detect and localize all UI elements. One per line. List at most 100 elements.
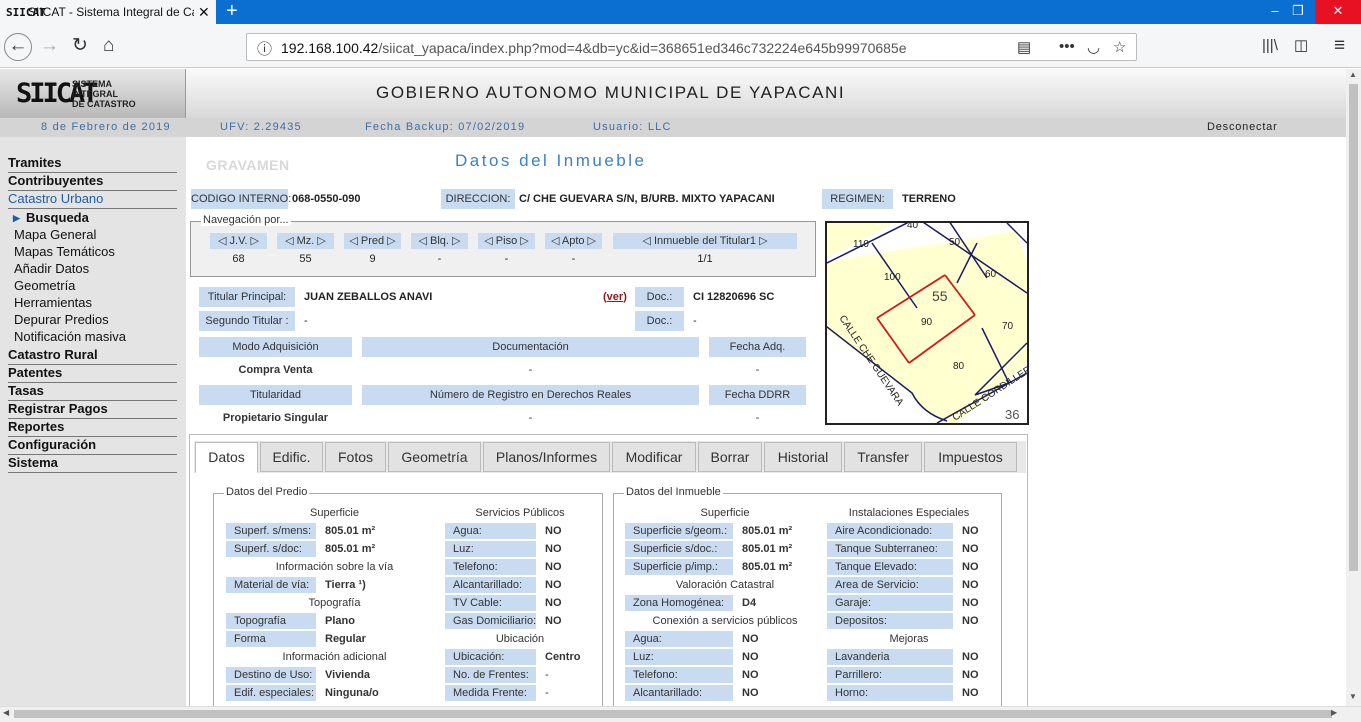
government-title: GOBIERNO AUTONOMO MUNICIPAL DE YAPACANI	[376, 83, 846, 102]
tab-planos-informes[interactable]: Planos/Informes	[483, 442, 610, 472]
submenu-mapas-tematicos[interactable]: Mapas Temáticos	[14, 244, 115, 260]
zona-homogenea-value: D4	[742, 597, 757, 609]
vertical-scroll-thumb[interactable]	[1349, 84, 1358, 571]
depositos-label: Depositos:	[827, 613, 953, 629]
nav-piso-button[interactable]: ◁ Piso ▷	[478, 233, 535, 249]
scroll-left-icon[interactable]: ◀	[3, 708, 9, 717]
doc2-label: Doc.:	[635, 311, 684, 331]
tab-modificar[interactable]: Modificar	[612, 442, 696, 472]
back-icon[interactable]: ←	[4, 33, 32, 61]
menu-icon[interactable]: ≡	[1334, 34, 1345, 58]
ver-link[interactable]: ver	[607, 291, 624, 303]
modo-adquisicion-label: Modo Adquisición	[199, 337, 352, 357]
triangle-right-icon: ▶	[13, 213, 20, 223]
menu-reportes[interactable]: Reportes	[8, 419, 177, 437]
sidebar-icon[interactable]: ◫	[1294, 34, 1308, 58]
ufv-value: UFV: 2.29435	[220, 121, 302, 133]
predio-gas-label: Gas Domiciliario:	[445, 613, 536, 629]
parrillero-value: NO	[962, 669, 979, 681]
map-block-label: 55	[932, 288, 948, 304]
address-bar[interactable]: ⓘ 192.168.100.42/siicat_yapaca/index.php…	[246, 33, 1137, 61]
topografia-label: Topografía	[226, 613, 316, 629]
parrillero-label: Parrillero:	[827, 667, 953, 683]
fecha-adq-value: -	[755, 364, 760, 376]
menu-tramites[interactable]: Tramites	[8, 155, 177, 173]
tab-transfer[interactable]: Transfer	[844, 442, 922, 472]
tanque-elevado-value: NO	[962, 561, 979, 573]
side-menu: Tramites Contribuyentes Catastro Urbano …	[0, 137, 186, 706]
bookmark-star-icon[interactable]: ☆	[1113, 38, 1126, 56]
tab-datos[interactable]: Datos	[195, 442, 258, 473]
navegacion-fieldset: Navegación por... ◁ J.V. ▷ 68 ◁ Mz. ▷ 55…	[190, 214, 816, 277]
sup-geom-value: 805.01 m²	[742, 525, 793, 537]
inm-alcantarillado-value: NO	[742, 687, 759, 699]
info-icon[interactable]: ⓘ	[257, 38, 272, 59]
forward-icon[interactable]: →	[40, 34, 59, 58]
submenu-depurar-predios[interactable]: Depurar Predios	[14, 312, 109, 328]
home-icon[interactable]: ⌂	[103, 34, 114, 58]
library-icon[interactable]: |||\	[1262, 34, 1278, 58]
nav-pred-value: 9	[369, 253, 376, 265]
horizontal-scroll-thumb[interactable]	[14, 710, 1332, 718]
scroll-up-icon[interactable]: ▲	[1349, 70, 1357, 79]
nav-blq-button[interactable]: ◁ Blq. ▷	[411, 233, 468, 249]
submenu-mapa-general[interactable]: Mapa General	[14, 227, 96, 243]
nav-pred-button[interactable]: ◁ Pred ▷	[344, 233, 401, 249]
tab-fotos[interactable]: Fotos	[325, 442, 386, 472]
menu-sistema[interactable]: Sistema	[8, 455, 177, 473]
inm-luz-label: Luz:	[625, 649, 733, 665]
tab-impuestos[interactable]: Impuestos	[924, 442, 1017, 472]
nav-jv-button[interactable]: ◁ J.V. ▷	[210, 233, 267, 249]
current-date: 8 de Febrero de 2019	[41, 121, 171, 133]
logout-link[interactable]: Desconectar	[1207, 121, 1278, 133]
inm-luz-value: NO	[742, 651, 759, 663]
informacion-adicional-heading: Información adicional	[282, 651, 387, 663]
parcel-map[interactable]: 110 40 50 100 60 90 70 80 55 CALLE CHE G…	[825, 221, 1029, 425]
submenu-herramientas[interactable]: Herramientas	[14, 295, 92, 311]
url-text[interactable]: 192.168.100.42/siicat_yapaca/index.php?m…	[281, 40, 907, 56]
medida-frente-label: Medida Frente:	[445, 685, 536, 701]
menu-contribuyentes[interactable]: Contribuyentes	[8, 173, 177, 191]
tab-historial[interactable]: Historial	[764, 442, 842, 472]
reader-view-icon[interactable]: ▤	[1017, 38, 1031, 56]
conexion-servicios-heading: Conexión a servicios públicos	[652, 615, 798, 627]
mejoras-heading: Mejoras	[889, 633, 929, 645]
more-actions-icon[interactable]: •••	[1059, 38, 1075, 55]
nav-inmueble-titular-button[interactable]: ◁ Inmueble del Titular1 ▷	[613, 233, 797, 249]
menu-tasas[interactable]: Tasas	[8, 383, 177, 401]
tab-borrar[interactable]: Borrar	[698, 442, 762, 472]
nav-apto-button[interactable]: ◁ Apto ▷	[545, 233, 602, 249]
menu-catastro-urbano[interactable]: Catastro Urbano	[8, 191, 177, 209]
scroll-right-icon[interactable]: ▶	[1331, 708, 1337, 717]
menu-configuracion[interactable]: Configuración	[8, 437, 177, 455]
page-title: Datos del Inmueble	[455, 151, 647, 170]
inm-alcantarillado-label: Alcantarillado:	[625, 685, 733, 701]
area-servicio-value: NO	[962, 579, 979, 591]
submenu-busqueda[interactable]: ▶ Busqueda	[13, 210, 89, 226]
tab-geometria[interactable]: Geometría	[388, 442, 481, 472]
horno-value: NO	[962, 687, 979, 699]
reload-icon[interactable]: ↻	[72, 34, 88, 58]
menu-patentes[interactable]: Patentes	[8, 365, 177, 383]
submenu-anadir-datos[interactable]: Añadir Datos	[14, 261, 89, 277]
registro-ddrr-value: -	[528, 412, 533, 424]
menu-catastro-rural[interactable]: Catastro Rural	[8, 347, 177, 365]
nav-blq-value: -	[437, 253, 442, 265]
browser-tab[interactable]: SIICAT SIICAT - Sistema Integral de Ca ✕	[0, 0, 216, 24]
nav-mz-button[interactable]: ◁ Mz. ▷	[277, 233, 334, 249]
material-via-value: Tierra ¹)	[325, 579, 366, 591]
siicat-logo[interactable]: SIICAT SISTEMA INTEGRAL DE CATASTRO	[0, 69, 186, 118]
menu-registrar-pagos[interactable]: Registrar Pagos	[8, 401, 177, 419]
map-lot-80: 80	[953, 361, 965, 372]
sup-mens-value: 805.01 m²	[325, 525, 376, 537]
submenu-geometria[interactable]: Geometría	[14, 278, 75, 294]
submenu-notificacion-masiva[interactable]: Notificación masiva	[14, 329, 126, 345]
pocket-icon[interactable]: ◡	[1087, 38, 1100, 56]
close-tab-icon[interactable]: ✕	[198, 4, 210, 21]
new-tab-icon[interactable]: +	[226, 0, 238, 22]
scroll-down-icon[interactable]: ▼	[1349, 692, 1357, 701]
tanque-elevado-label: Tanque Elevado:	[827, 559, 953, 575]
predio-tvcable-label: TV Cable:	[445, 595, 536, 611]
tab-edific[interactable]: Edific.	[260, 442, 323, 472]
window-close-icon[interactable]: ✕	[1315, 0, 1361, 24]
